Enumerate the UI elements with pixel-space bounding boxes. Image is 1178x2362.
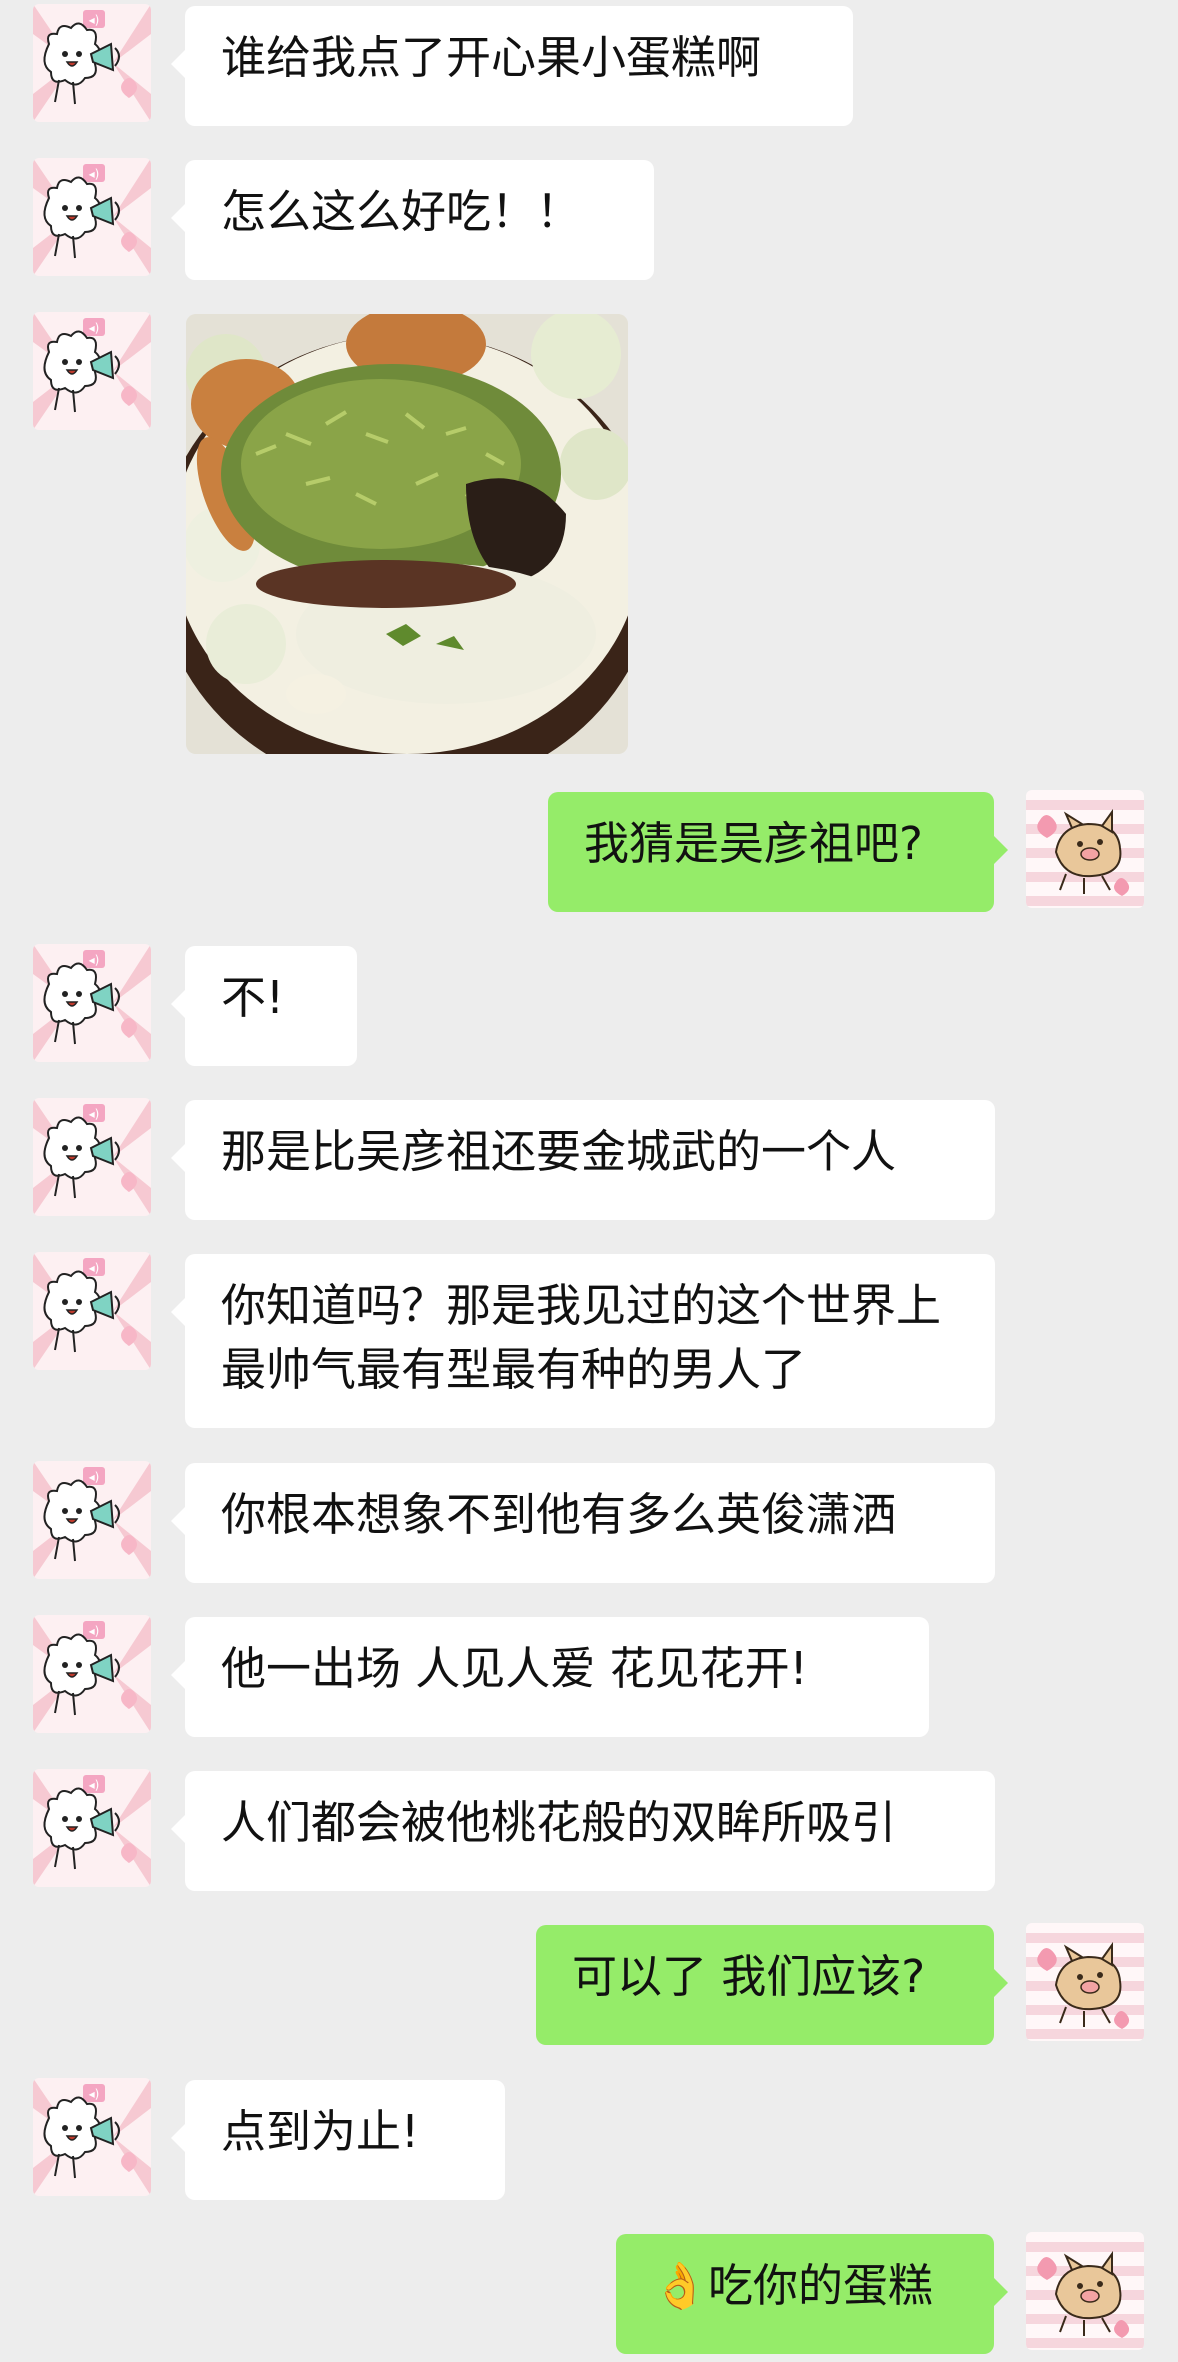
message-text: 怎么这么好吃！！ (221, 185, 582, 238)
message-bubble[interactable]: 你根本想象不到他有多么英俊潇洒 (171, 1463, 995, 1583)
message-text: 点到为止! (221, 2105, 420, 2158)
message-bubble[interactable]: 人们都会被他桃花般的双眸所吸引 (171, 1771, 995, 1891)
message-text: 可以了 我们应该? (572, 1950, 926, 2003)
message-bubble[interactable]: 不! (171, 946, 357, 1066)
message-bubble[interactable]: 你知道吗？那是我见过的这个世界上最帅气最有型最有种的男人了 (171, 1254, 995, 1428)
message-text: 不! (221, 971, 285, 1024)
own-avatar-pig-icon[interactable] (1026, 2232, 1144, 2350)
pistachio-cake-image (186, 314, 628, 754)
sender-avatar-lamb-icon[interactable] (33, 158, 151, 276)
sender-avatar-lamb-icon[interactable] (33, 1769, 151, 1887)
sender-avatar-lamb-icon[interactable] (33, 944, 151, 1062)
sender-avatar-lamb-icon[interactable] (33, 4, 151, 122)
message-text: 谁给我点了开心果小蛋糕啊 (221, 31, 762, 84)
message-bubble[interactable]: 可以了 我们应该? (536, 1925, 1008, 2045)
sender-avatar-lamb-icon[interactable] (33, 1098, 151, 1216)
own-avatar-pig-icon[interactable] (1026, 790, 1144, 908)
message-bubble[interactable]: 他一出场 人见人爱 花见花开! (171, 1617, 929, 1737)
sender-avatar-lamb-icon[interactable] (33, 1461, 151, 1579)
message-text: 我猜是吴彦祖吧? (584, 817, 923, 870)
message-text: 你知道吗？那是我见过的这个世界上最帅气最有型最有种的男人了 (221, 1279, 942, 1396)
own-avatar-pig-icon[interactable] (1026, 1923, 1144, 2041)
message-text: 那是比吴彦祖还要金城武的一个人 (221, 1125, 897, 1178)
message-bubble[interactable]: 怎么这么好吃！！ (171, 160, 654, 280)
message-text: 你根本想象不到他有多么英俊潇洒 (221, 1488, 897, 1541)
sender-avatar-lamb-icon[interactable] (33, 1615, 151, 1733)
cake-photo-message[interactable] (186, 314, 628, 754)
message-bubble[interactable]: 我猜是吴彦祖吧? (548, 792, 1008, 912)
message-text: 👌吃你的蛋糕 (652, 2259, 934, 2312)
message-bubble[interactable]: 点到为止! (171, 2080, 505, 2200)
sender-avatar-lamb-icon[interactable] (33, 312, 151, 430)
message-bubble[interactable]: 👌吃你的蛋糕 (616, 2234, 1008, 2354)
sender-avatar-lamb-icon[interactable] (33, 2078, 151, 2196)
message-bubble[interactable]: 谁给我点了开心果小蛋糕啊 (171, 6, 853, 126)
sender-avatar-lamb-icon[interactable] (33, 1252, 151, 1370)
message-text: 人们都会被他桃花般的双眸所吸引 (221, 1796, 897, 1849)
message-text: 他一出场 人见人爱 花见花开! (221, 1642, 808, 1695)
message-bubble[interactable]: 那是比吴彦祖还要金城武的一个人 (171, 1100, 995, 1220)
